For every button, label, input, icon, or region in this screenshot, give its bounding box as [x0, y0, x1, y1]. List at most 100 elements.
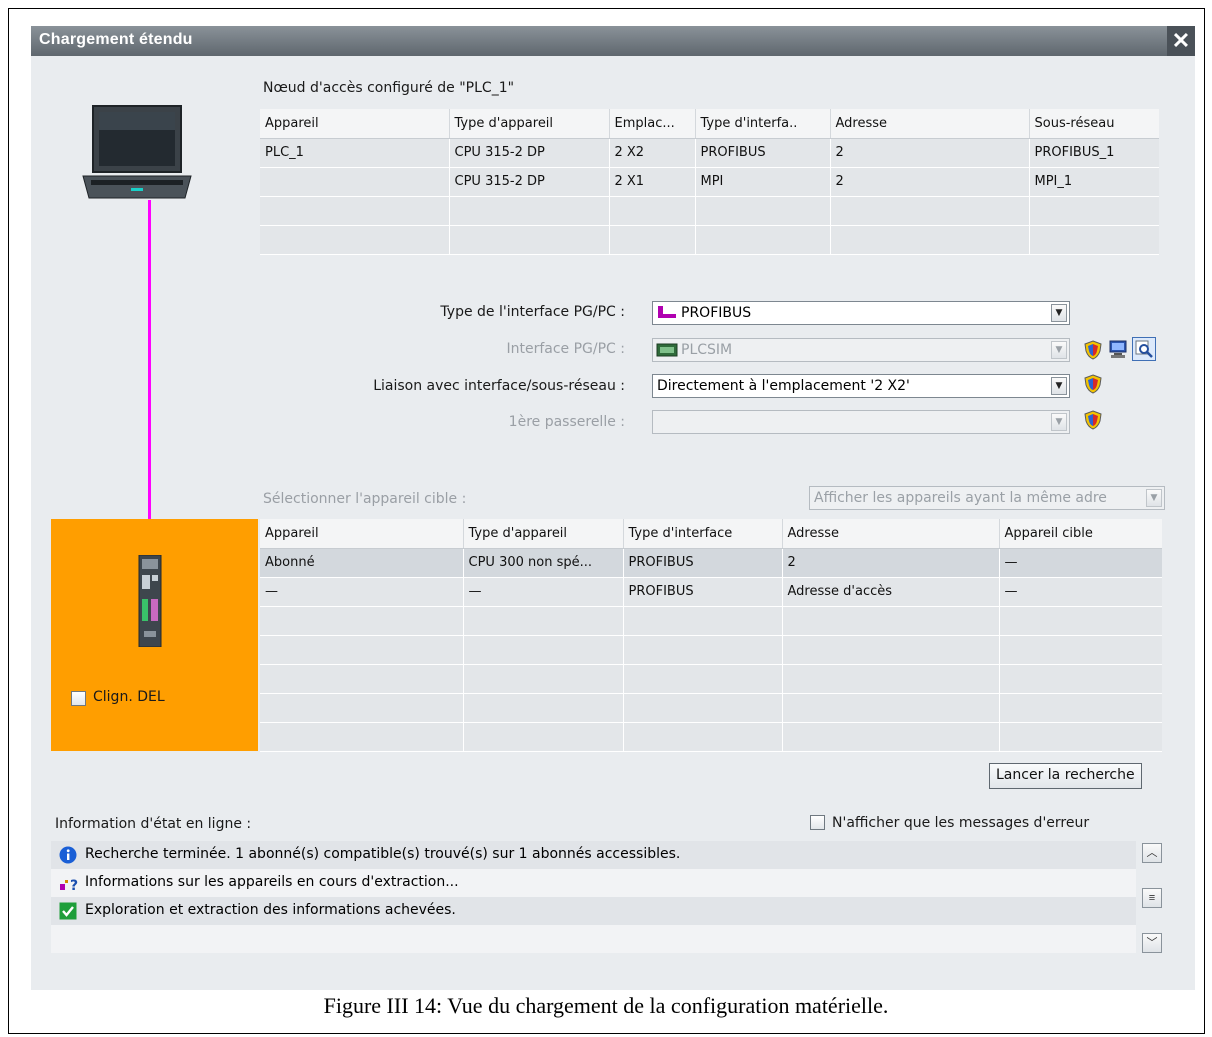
- subnet-link-value: Directement à l'emplacement '2 X2': [657, 378, 910, 394]
- first-gateway-select[interactable]: ▼: [652, 410, 1070, 434]
- list-item: [51, 925, 1136, 953]
- table-cell: [260, 167, 450, 197]
- table-row: [260, 722, 1162, 752]
- pg-pc-laptop-icon: [82, 105, 192, 199]
- table-cell: Adresse d'accès: [782, 577, 1000, 607]
- device-filter-value: Afficher les appareils ayant la même adr…: [814, 490, 1107, 506]
- table-cell: 2 X1: [609, 167, 696, 197]
- table-cell: —: [260, 577, 464, 607]
- first-gateway-label: 1ère passerelle :: [508, 414, 625, 430]
- device-query-icon: ?: [60, 878, 78, 892]
- dropdown-arrow-icon[interactable]: ▼: [1146, 489, 1162, 507]
- message-scrollbar[interactable]: ︿ ≡ ﹀: [1141, 841, 1163, 955]
- shield-icon[interactable]: [1083, 374, 1103, 394]
- flash-led-label: Clign. DEL: [93, 689, 165, 705]
- column-header[interactable]: Type d'appareil: [463, 519, 624, 549]
- table-cell: PROFIBUS: [623, 577, 783, 607]
- column-header[interactable]: Appareil: [260, 519, 464, 549]
- table-cell: PLC_1: [260, 138, 450, 168]
- table-row: [260, 225, 1159, 255]
- list-item[interactable]: Recherche terminée. 1 abonné(s) compatib…: [51, 841, 1136, 869]
- table-cell: 2: [830, 167, 1030, 197]
- scroll-down-icon[interactable]: ﹀: [1142, 933, 1162, 953]
- column-header[interactable]: Type d'interfa..: [695, 109, 831, 139]
- dropdown-arrow-icon[interactable]: ▼: [1051, 304, 1067, 322]
- table-cell: 2 X2: [609, 138, 696, 168]
- table-cell: MPI: [695, 167, 831, 197]
- check-icon: [59, 902, 77, 920]
- subnet-link-label: Liaison avec interface/sous-réseau :: [373, 378, 625, 394]
- column-header[interactable]: Sous-réseau: [1029, 109, 1159, 139]
- column-header[interactable]: Appareil: [260, 109, 450, 139]
- title-bar: Chargement étendu ✕: [31, 26, 1195, 56]
- table-cell: 2: [830, 138, 1030, 168]
- table-header-row: Appareil Type d'appareil Emplac... Type …: [260, 109, 1159, 139]
- table-row: [260, 635, 1162, 665]
- table-cell: Abonné: [260, 548, 464, 578]
- plcsim-icon: [656, 343, 678, 357]
- extended-load-dialog: Chargement étendu ✕ Nœud d'accès configu…: [31, 26, 1195, 990]
- errors-only-checkbox[interactable]: [810, 815, 825, 830]
- pgpc-interface-select[interactable]: PLCSIM ▼: [652, 338, 1070, 362]
- magnifier-icon: [1135, 340, 1153, 358]
- column-header[interactable]: Appareil cible: [999, 519, 1162, 549]
- table-cell: —: [999, 548, 1162, 578]
- column-header[interactable]: Type d'interface: [623, 519, 783, 549]
- plc-device-icon: [138, 555, 162, 647]
- dropdown-arrow-icon[interactable]: ▼: [1051, 341, 1067, 359]
- table-cell: —: [999, 577, 1162, 607]
- table-row[interactable]: Abonné CPU 300 non spé... PROFIBUS 2 —: [260, 548, 1162, 578]
- figure-caption: Figure III 14: Vue du chargement de la c…: [323, 993, 889, 1018]
- network-computer-icon[interactable]: [1108, 339, 1128, 359]
- list-item[interactable]: ? Informations sur les appareils en cour…: [51, 869, 1136, 897]
- table-cell: —: [463, 577, 624, 607]
- target-device-table: Appareil Type d'appareil Type d'interfac…: [260, 519, 1162, 752]
- table-cell: MPI_1: [1029, 167, 1159, 197]
- scroll-up-icon[interactable]: ︿: [1142, 843, 1162, 863]
- table-row: [260, 693, 1162, 723]
- pgpc-interface-value: PLCSIM: [681, 342, 733, 358]
- connection-line: [148, 200, 151, 524]
- scroll-thumb[interactable]: ≡: [1142, 888, 1162, 908]
- start-search-button[interactable]: Lancer la recherche: [989, 763, 1142, 789]
- status-message-text: Exploration et extraction des informatio…: [85, 902, 456, 918]
- table-row: [260, 196, 1159, 226]
- flash-led-checkbox[interactable]: [71, 691, 86, 706]
- status-message-text: Recherche terminée. 1 abonné(s) compatib…: [85, 846, 681, 862]
- shield-icon[interactable]: [1083, 340, 1103, 360]
- table-cell: CPU 315-2 DP: [449, 167, 610, 197]
- target-device-panel: Clign. DEL: [51, 519, 258, 751]
- dropdown-arrow-icon[interactable]: ▼: [1051, 377, 1067, 395]
- column-header[interactable]: Adresse: [782, 519, 1000, 549]
- shield-icon[interactable]: [1083, 410, 1103, 430]
- select-target-label: Sélectionner l'appareil cible :: [263, 491, 467, 507]
- table-cell: 2: [782, 548, 1000, 578]
- table-cell: PROFIBUS_1: [1029, 138, 1159, 168]
- table-cell: CPU 315-2 DP: [449, 138, 610, 168]
- column-header[interactable]: Emplac...: [609, 109, 696, 139]
- table-row[interactable]: CPU 315-2 DP 2 X1 MPI 2 MPI_1: [260, 167, 1159, 197]
- configured-node-heading: Nœud d'accès configuré de "PLC_1": [263, 80, 515, 96]
- table-row: [260, 606, 1162, 636]
- list-item[interactable]: Exploration et extraction des informatio…: [51, 897, 1136, 925]
- table-row[interactable]: — — PROFIBUS Adresse d'accès —: [260, 577, 1162, 607]
- dropdown-arrow-icon[interactable]: ▼: [1051, 413, 1067, 431]
- profibus-icon: [658, 306, 676, 318]
- close-button[interactable]: ✕: [1167, 26, 1195, 56]
- pgpc-interface-label: Interface PG/PC :: [506, 341, 625, 357]
- subnet-link-select[interactable]: Directement à l'emplacement '2 X2' ▼: [652, 374, 1070, 398]
- table-header-row: Appareil Type d'appareil Type d'interfac…: [260, 519, 1162, 549]
- interface-type-value: PROFIBUS: [681, 305, 752, 321]
- device-filter-select[interactable]: Afficher les appareils ayant la même adr…: [809, 486, 1165, 510]
- status-heading: Information d'état en ligne :: [55, 816, 252, 832]
- table-cell: PROFIBUS: [623, 548, 783, 578]
- column-header[interactable]: Adresse: [830, 109, 1030, 139]
- interface-type-label: Type de l'interface PG/PC :: [440, 304, 625, 320]
- interface-type-select[interactable]: PROFIBUS ▼: [652, 301, 1070, 325]
- table-row[interactable]: PLC_1 CPU 315-2 DP 2 X2 PROFIBUS 2 PROFI…: [260, 138, 1159, 168]
- errors-only-label: N'afficher que les messages d'erreur: [832, 815, 1090, 831]
- dialog-title: Chargement étendu: [39, 31, 193, 48]
- status-message-list: Recherche terminée. 1 abonné(s) compatib…: [51, 841, 1163, 955]
- properties-button[interactable]: [1132, 337, 1156, 361]
- column-header[interactable]: Type d'appareil: [449, 109, 610, 139]
